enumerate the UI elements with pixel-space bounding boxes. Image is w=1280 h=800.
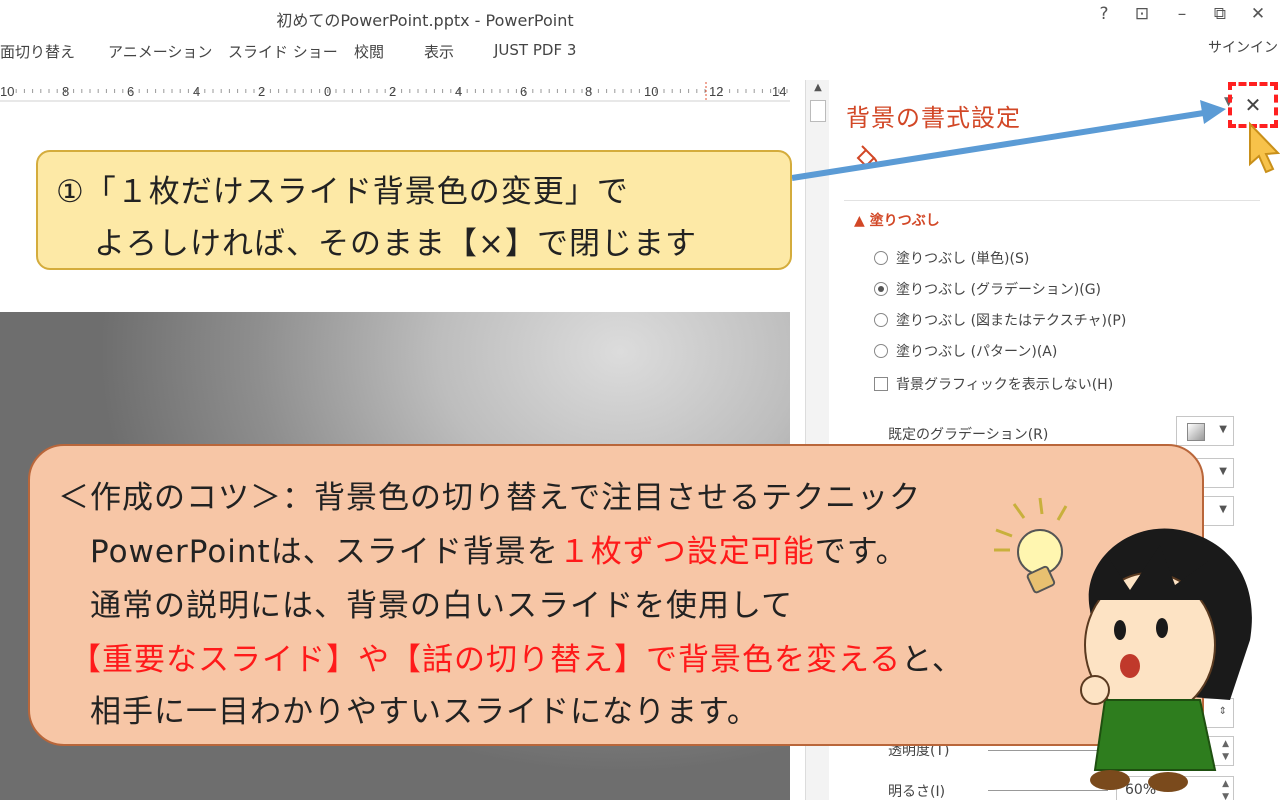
lightbulb-icon: [994, 497, 1068, 594]
powerpoint-window: 初めてのPowerPoint.pptx - PowerPoint ? ⊡ – ⧉…: [0, 0, 1280, 800]
illustration-overlay: [994, 497, 1252, 792]
cartoon-character: [1080, 528, 1252, 792]
